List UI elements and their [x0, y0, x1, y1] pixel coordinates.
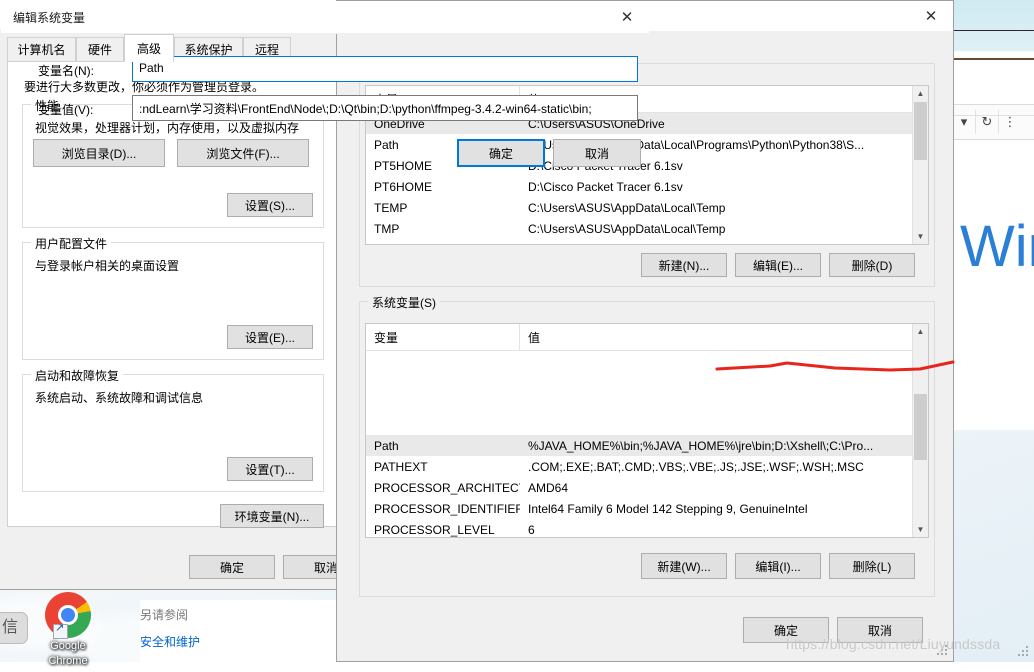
shortcut-arrow-icon: [53, 621, 68, 639]
table-row[interactable]: PT6HOME D:\Cisco Packet Tracer 6.1sv: [366, 176, 928, 197]
user-delete-button[interactable]: 删除(D): [829, 253, 915, 277]
table-row[interactable]: PROCESSOR_IDENTIFIER Intel64 Family 6 Mo…: [366, 498, 928, 519]
see-also-link[interactable]: 安全和维护: [140, 633, 200, 650]
environment-variables-button[interactable]: 环境变量(N)...: [220, 504, 324, 528]
desktop-icon-label: Google: [50, 640, 86, 652]
browse-file-button[interactable]: 浏览文件(F)...: [177, 139, 309, 167]
variable-name: PROCESSOR_LEVEL: [374, 522, 495, 537]
browser-headline-text: Win: [960, 215, 1034, 279]
browser-headline: Win: [960, 215, 1034, 305]
variable-value: C:\Users\ASUS\AppData\Local\Temp: [528, 221, 726, 236]
advanced-tab-panel: 要进行大多数更改，你必须作为管理员登录。 性能 视觉效果，处理器计划，内存使用，…: [7, 61, 337, 528]
user-profiles-group-text: 与登录帐户相关的桌面设置: [35, 259, 180, 273]
performance-group-text: 视觉效果，处理器计划，内存使用，以及虚拟内存: [35, 121, 300, 135]
variable-value-label: 变量值(V):: [38, 103, 94, 117]
scrollbar-thumb[interactable]: [914, 394, 927, 460]
tab-advanced[interactable]: 高级: [124, 34, 174, 62]
edit-title: 编辑系统变量: [13, 11, 86, 25]
table-row[interactable]: Path C:\Users\ASUS\AppData\Local\Program…: [366, 134, 928, 155]
variable-name: PATHEXT: [374, 459, 428, 474]
variable-name: PROCESSOR_IDENTIFIER: [374, 501, 520, 516]
variable-name: Path: [374, 438, 399, 453]
browser-page-image: [953, 0, 1034, 92]
user-profiles-group-legend: 用户配置文件: [31, 235, 112, 252]
desktop-icon-chrome[interactable]: Google Chrome: [36, 592, 100, 668]
startup-recovery-group: 启动和故障恢复 系统启动、系统故障和调试信息 设置(T)...: [22, 367, 324, 492]
see-also-panel: 另请参阅 安全和维护: [140, 600, 340, 662]
resize-grip[interactable]: [1018, 646, 1030, 658]
red-annotation-underline: [715, 360, 955, 372]
variable-value: 6: [528, 522, 535, 537]
sysprop-ok-button[interactable]: 确定: [189, 555, 275, 579]
variable-value: AMD64: [528, 480, 569, 495]
edit-titlebar[interactable]: 编辑系统变量 ✕: [1, 1, 649, 34]
menu-icon[interactable]: ⋮: [999, 110, 1021, 134]
system-variables-table-header[interactable]: 变量 值: [366, 324, 928, 351]
close-icon[interactable]: ✕: [909, 1, 953, 31]
system-new-button[interactable]: 新建(W)...: [641, 553, 727, 579]
variable-value: .COM;.EXE;.BAT;.CMD;.VBS;.VBE;.JS;.JSE;.…: [528, 459, 864, 474]
scroll-down-icon[interactable]: ▼: [913, 229, 928, 244]
user-profiles-group: 用户配置文件 与登录帐户相关的桌面设置 设置(E)...: [22, 235, 324, 360]
table-row[interactable]: TEMP C:\Users\ASUS\AppData\Local\Temp: [366, 197, 928, 218]
system-edit-button[interactable]: 编辑(I)...: [735, 553, 821, 579]
column-header-value[interactable]: 值: [520, 324, 928, 350]
startup-recovery-settings-button[interactable]: 设置(T)...: [227, 457, 313, 481]
variable-value: C:\Users\ASUS\AppData\Local\Temp: [528, 200, 726, 215]
variable-name: PT6HOME: [374, 179, 433, 194]
variable-name-input[interactable]: Path: [132, 56, 638, 82]
see-also-header: 另请参阅: [140, 608, 189, 622]
desktop-icon-wechat[interactable]: 信: [0, 612, 32, 644]
system-delete-button[interactable]: 删除(L): [829, 553, 915, 579]
table-row[interactable]: TMP C:\Users\ASUS\AppData\Local\Temp: [366, 218, 928, 239]
watermark: https://blog.csdn.net/Liuyundssda: [786, 636, 1001, 652]
table-row[interactable]: Path %JAVA_HOME%\bin;%JAVA_HOME%\jre\bin…: [366, 435, 928, 456]
variable-value-input[interactable]: :ndLearn\学习资料\FrontEnd\Node\;D:\Qt\bin;D…: [132, 95, 638, 121]
tab-hardware[interactable]: 硬件: [76, 37, 124, 62]
system-properties-window[interactable]: 系统属性 计算机名 硬件 高级 系统保护 远程 要进行大多数更改，你必须作为管理…: [0, 0, 369, 590]
variable-value: D:\Cisco Packet Tracer 6.1sv: [528, 179, 683, 194]
scrollbar-thumb[interactable]: [914, 102, 927, 160]
browse-directory-button[interactable]: 浏览目录(D)...: [33, 139, 165, 167]
performance-settings-button[interactable]: 设置(S)...: [227, 193, 313, 217]
table-row[interactable]: PROCESSOR_LEVEL 6: [366, 519, 928, 537]
user-new-button[interactable]: 新建(N)...: [641, 253, 727, 277]
scroll-up-icon[interactable]: ▲: [913, 324, 928, 339]
table-row[interactable]: PT5HOME D:\Cisco Packet Tracer 6.1sv: [366, 155, 928, 176]
variable-name: PROCESSOR_ARCHITECT...: [374, 480, 520, 495]
chrome-icon: [45, 592, 91, 638]
chevron-down-icon[interactable]: ▾: [953, 110, 976, 134]
variable-value: %JAVA_HOME%\bin;%JAVA_HOME%\jre\bin;D:\X…: [528, 438, 874, 453]
table-row[interactable]: PROCESSOR_ARCHITECT... AMD64: [366, 477, 928, 498]
close-icon[interactable]: ✕: [605, 1, 649, 33]
startup-recovery-group-legend: 启动和故障恢复: [31, 367, 124, 384]
env-body: ASUS 的用户变量(U) 变量 值 OneDrive C:\Users\ASU…: [337, 31, 953, 661]
tab-computer-name[interactable]: 计算机名: [7, 37, 76, 62]
variable-name: TEMP: [374, 200, 408, 215]
system-variables-legend: 系统变量(S): [368, 294, 440, 311]
variable-name: TMP: [374, 221, 400, 236]
variable-value: Intel64 Family 6 Model 142 Stepping 9, G…: [528, 501, 808, 516]
browser-toolbar[interactable]: ▾ ↻ ⋮: [953, 104, 1034, 140]
user-profiles-settings-button[interactable]: 设置(E)...: [227, 325, 313, 349]
startup-recovery-group-text: 系统启动、系统故障和调试信息: [35, 391, 204, 405]
edit-ok-button[interactable]: 确定: [457, 139, 545, 167]
system-table-scrollbar[interactable]: ▲ ▼: [912, 324, 928, 537]
edit-cancel-button[interactable]: 取消: [553, 139, 641, 167]
user-edit-button[interactable]: 编辑(E)...: [735, 253, 821, 277]
scroll-down-icon[interactable]: ▼: [913, 522, 928, 537]
column-header-variable[interactable]: 变量: [366, 324, 520, 350]
scroll-up-icon[interactable]: ▲: [913, 86, 928, 101]
variable-name-label: 变量名(N):: [38, 64, 94, 78]
system-variables-table[interactable]: 变量 值 Path %JAVA_HOME%\bin;%JAVA_HOME%\jr…: [365, 323, 929, 538]
table-row[interactable]: PATHEXT .COM;.EXE;.BAT;.CMD;.VBS;.VBE;.J…: [366, 456, 928, 477]
refresh-icon[interactable]: ↻: [976, 110, 999, 134]
wechat-icon: 信: [0, 612, 28, 644]
user-table-scrollbar[interactable]: ▲ ▼: [912, 86, 928, 244]
